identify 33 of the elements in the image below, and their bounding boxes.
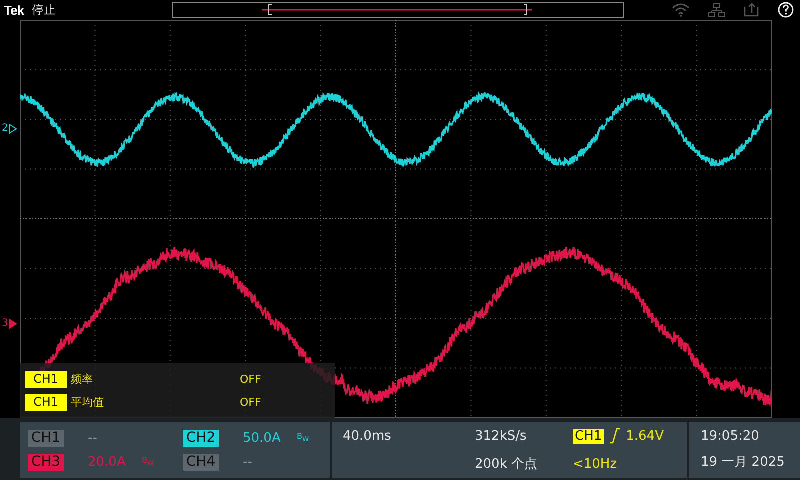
export-icon[interactable] bbox=[744, 3, 760, 17]
sample-rate: 312kS/s bbox=[475, 428, 528, 444]
time-per-division[interactable]: 40.0ms bbox=[343, 428, 475, 444]
record-length: 200k 个点 bbox=[475, 456, 538, 473]
run-status: 停止 bbox=[32, 2, 56, 18]
trigger-threshold: 1.64V bbox=[626, 428, 664, 444]
brand-logo: Tek bbox=[4, 2, 24, 18]
channel-scale: 20.0A bbox=[88, 454, 127, 470]
wifi-icon[interactable] bbox=[672, 3, 690, 17]
measurement-source-badge[interactable]: CH1 bbox=[25, 370, 67, 388]
trigger-source-badge[interactable]: CH1 bbox=[573, 428, 604, 444]
channel-marker-icon[interactable] bbox=[9, 318, 18, 328]
bandwidth-limit-mark: B$_{W}$ bbox=[297, 432, 310, 444]
calendar-date: 19 一月 2025 bbox=[701, 454, 786, 472]
bandwidth-limit-mark: B$_{W}$ bbox=[142, 456, 154, 468]
measurement-value: OFF bbox=[240, 396, 262, 408]
measurement-source-badge[interactable]: CH1 bbox=[25, 394, 67, 410]
channel-scale: 50.0A bbox=[243, 430, 282, 446]
rising-edge-icon bbox=[609, 428, 622, 444]
channel-badge[interactable]: CH2 bbox=[183, 430, 219, 446]
trigger-frequency: <10Hz bbox=[573, 456, 618, 472]
channel-scale: -- bbox=[88, 430, 98, 446]
channel-badge[interactable]: CH3 bbox=[28, 454, 64, 470]
channel-scale: -- bbox=[243, 454, 254, 470]
clock-time: 19:05:20 bbox=[701, 428, 760, 444]
measurement-value: OFF bbox=[240, 372, 262, 386]
channel-marker-label: 2 bbox=[2, 123, 8, 134]
network-icon[interactable] bbox=[708, 3, 726, 17]
help-icon[interactable] bbox=[778, 2, 794, 18]
measurement-name: 平均值 bbox=[71, 394, 105, 410]
measurement-name: 频率 bbox=[71, 372, 94, 386]
channel-marker-icon[interactable] bbox=[9, 124, 18, 134]
channel-marker-label: 3 bbox=[2, 318, 8, 329]
